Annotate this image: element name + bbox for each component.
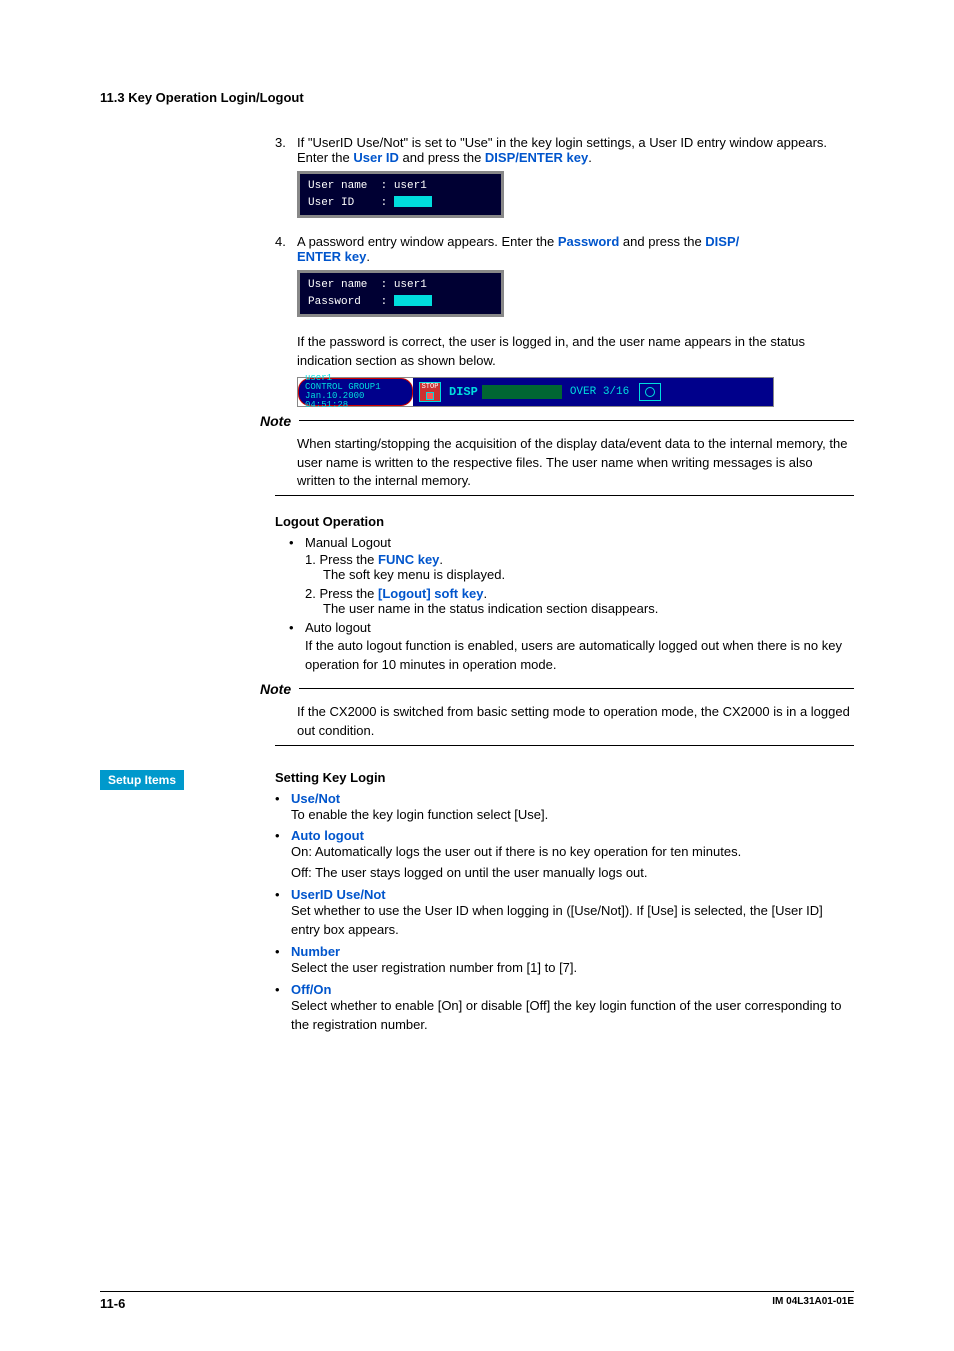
auto-logout-item: • Auto logout [275, 828, 854, 843]
bullet-dot: • [289, 620, 305, 635]
text: and press the [399, 150, 485, 165]
password-term: Password [558, 234, 619, 249]
after-password-text: If the password is correct, the user is … [297, 333, 854, 371]
password-entry-screenshot: User name : user1 Password : [297, 270, 504, 317]
bullet-dot: • [275, 944, 291, 959]
stop-icon: STOP [419, 382, 441, 402]
page-number: 11-6 [100, 1296, 125, 1311]
setup-items-tag: Setup Items [100, 770, 184, 790]
text: . [366, 249, 370, 264]
logout-soft-key: [Logout] soft key [378, 586, 483, 601]
number-body: Select the user registration number from… [291, 959, 854, 978]
note-body: If the CX2000 is switched from basic set… [297, 703, 854, 741]
userid-entry-screenshot: User name : user1 User ID : [297, 171, 504, 218]
use-not-item: • Use/Not [275, 791, 854, 806]
manual-step-1: 1. Press the FUNC key. [305, 552, 854, 567]
auto-logout-off: Off: The user stays logged on until the … [291, 864, 854, 883]
step-4-body: A password entry window appears. Enter t… [297, 234, 854, 264]
bullet-dot: • [289, 535, 305, 550]
userid-usenot-label: UserID Use/Not [291, 887, 386, 902]
auto-logout-on: On: Automatically logs the user out if t… [291, 843, 854, 862]
cursor-icon [394, 196, 432, 207]
text: Press the [319, 552, 378, 567]
auto-logout-bullet: • Auto logout [289, 620, 854, 635]
auto-logout-body: If the auto logout function is enabled, … [305, 637, 854, 675]
step-3-body: If "UserID Use/Not" is set to "Use" in t… [297, 135, 854, 165]
over-counter: OVER 3/16 [570, 386, 629, 398]
divider [299, 688, 854, 689]
disp-label: DISP [449, 385, 478, 399]
divider [275, 495, 854, 496]
use-not-label: Use/Not [291, 791, 340, 806]
document-id: IM 04L31A01-01E [772, 1296, 854, 1311]
divider [299, 420, 854, 421]
auto-logout-label: Auto logout [305, 620, 371, 635]
bullet-dot: • [275, 791, 291, 806]
status-timestamp: Jan.10.2000 04:51:28 [305, 392, 406, 410]
label: User ID [308, 197, 354, 209]
section-header: 11.3 Key Operation Login/Logout [100, 90, 854, 105]
user-id-term: User ID [353, 150, 399, 165]
setting-heading: Setting Key Login [275, 770, 854, 785]
manual-step-2: 2. Press the [Logout] soft key. [305, 586, 854, 601]
label: User name [308, 180, 367, 192]
step-4: 4. A password entry window appears. Ente… [275, 234, 854, 264]
text: . [439, 552, 443, 567]
bullet-dot: • [275, 887, 291, 902]
manual-logout-label: Manual Logout [305, 535, 391, 550]
status-bar-screenshot: user1 CONTROL GROUP1 Jan.10.2000 04:51:2… [297, 377, 774, 407]
logout-heading: Logout Operation [275, 514, 854, 529]
note-label: Note [260, 413, 291, 429]
note-2: Note If the CX2000 is switched from basi… [275, 681, 854, 746]
bullet-dot: • [275, 982, 291, 997]
auto-logout-setting-label: Auto logout [291, 828, 364, 843]
enter-key: ENTER key [297, 249, 366, 264]
manual-logout-bullet: • Manual Logout [289, 535, 854, 550]
note-1: Note When starting/stopping the acquisit… [275, 413, 854, 497]
offon-body: Select whether to enable [On] or disable… [291, 997, 854, 1035]
status-user-block: user1 CONTROL GROUP1 Jan.10.2000 04:51:2… [298, 378, 413, 406]
progress-bar-icon [482, 385, 562, 399]
disp-key: DISP/ [705, 234, 739, 249]
func-key: FUNC key [378, 552, 439, 567]
step-4-num: 4. [275, 234, 297, 264]
value: : user1 [381, 279, 427, 291]
note-body: When starting/stopping the acquisition o… [297, 435, 854, 492]
userid-usenot-item: • UserID Use/Not [275, 887, 854, 902]
step-3-num: 3. [275, 135, 297, 165]
offon-label: Off/On [291, 982, 331, 997]
userid-usenot-body: Set whether to use the User ID when logg… [291, 902, 854, 940]
logout-section: Logout Operation • Manual Logout 1. Pres… [275, 514, 854, 675]
manual-step-2-after: The user name in the status indication s… [323, 601, 854, 616]
page: 11.3 Key Operation Login/Logout 3. If "U… [0, 0, 954, 1351]
note-label: Note [260, 681, 291, 697]
colon: : [381, 296, 388, 308]
number-label: Number [291, 944, 340, 959]
divider [275, 745, 854, 746]
value: : user1 [381, 180, 427, 192]
content: 3. If "UserID Use/Not" is set to "Use" i… [275, 135, 854, 407]
camera-icon [639, 383, 661, 401]
footer: 11-6 IM 04L31A01-01E [100, 1291, 854, 1311]
setting-section: Setting Key Login • Use/Not To enable th… [275, 770, 854, 1035]
text: . [483, 586, 487, 601]
offon-item: • Off/On [275, 982, 854, 997]
step-3: 3. If "UserID Use/Not" is set to "Use" i… [275, 135, 854, 165]
text: A password entry window appears. Enter t… [297, 234, 558, 249]
cursor-icon [394, 295, 432, 306]
text: and press the [619, 234, 705, 249]
label: Password [308, 296, 361, 308]
text: Press the [319, 586, 378, 601]
disp-enter-key: DISP/ENTER key [485, 150, 588, 165]
status-mid: STOP DISP OVER 3/16 [413, 378, 773, 406]
text: . [588, 150, 592, 165]
label: User name [308, 279, 367, 291]
bullet-dot: • [275, 828, 291, 843]
colon: : [381, 197, 388, 209]
use-not-body: To enable the key login function select … [291, 806, 854, 825]
number-item: • Number [275, 944, 854, 959]
manual-step-1-after: The soft key menu is displayed. [323, 567, 854, 582]
